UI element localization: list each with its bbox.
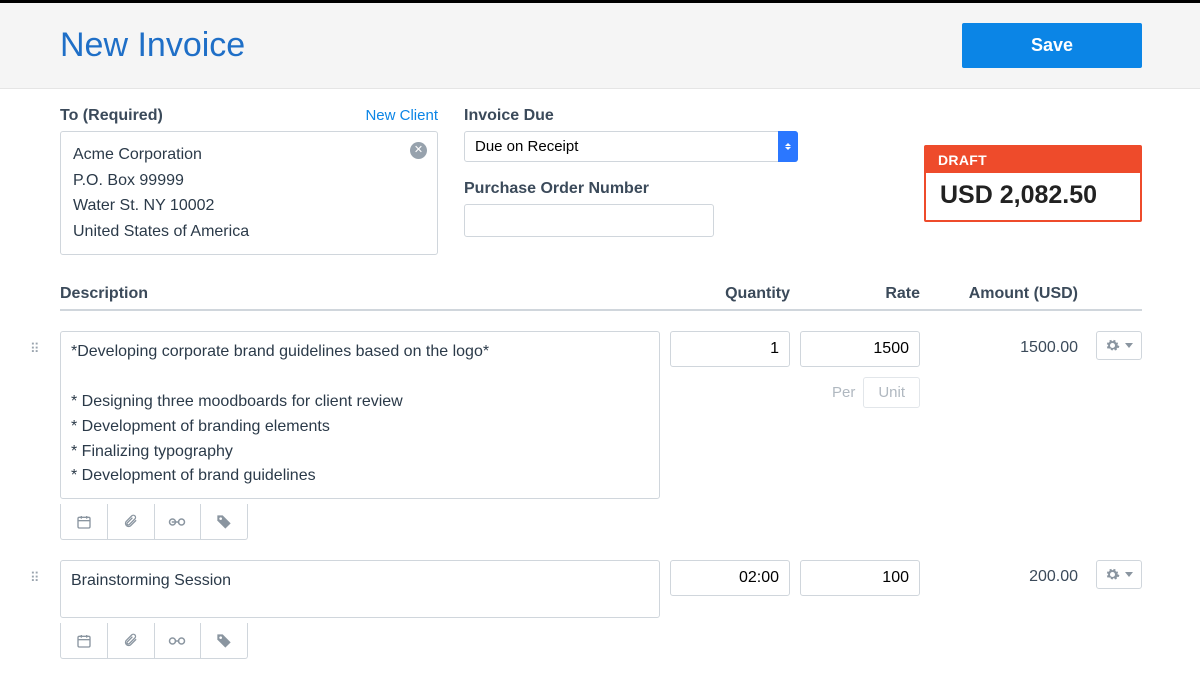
- invoice-due-select[interactable]: Due on Receipt: [464, 131, 798, 162]
- chevron-down-icon: [1125, 343, 1133, 348]
- link-icon[interactable]: [155, 623, 202, 658]
- attachment-icon[interactable]: [108, 504, 155, 539]
- gear-icon: [1105, 338, 1120, 353]
- line-item: ⠿ 200.00: [60, 540, 1142, 659]
- gear-icon: [1105, 567, 1120, 582]
- description-textarea[interactable]: [60, 331, 660, 499]
- rate-input[interactable]: [800, 560, 920, 596]
- calendar-icon[interactable]: [61, 623, 108, 658]
- line-settings-button[interactable]: [1096, 560, 1142, 589]
- invoice-due-label: Invoice Due: [464, 107, 714, 125]
- save-button[interactable]: Save: [962, 23, 1142, 68]
- link-icon[interactable]: [155, 504, 202, 539]
- chevron-down-icon: [1125, 572, 1133, 577]
- invoice-total-box: DRAFT USD 2,082.50: [924, 145, 1142, 222]
- line-item: ⠿ Per: [60, 311, 1142, 540]
- invoice-total-amount: USD 2,082.50: [926, 173, 1140, 220]
- drag-handle-icon[interactable]: ⠿: [30, 331, 50, 540]
- client-line: United States of America: [73, 219, 425, 245]
- client-line: Water St. NY 10002: [73, 193, 425, 219]
- col-quantity: Quantity: [670, 285, 800, 303]
- quantity-input[interactable]: [670, 560, 790, 596]
- unit-select[interactable]: Unit: [863, 377, 920, 408]
- line-toolbar: [60, 504, 248, 540]
- drag-handle-icon[interactable]: ⠿: [30, 560, 50, 659]
- line-amount: 1500.00: [930, 331, 1078, 540]
- clear-client-icon[interactable]: ✕: [410, 142, 427, 159]
- client-address-box[interactable]: ✕ Acme Corporation P.O. Box 99999 Water …: [60, 131, 438, 255]
- client-line: P.O. Box 99999: [73, 168, 425, 194]
- attachment-icon[interactable]: [108, 623, 155, 658]
- quantity-input[interactable]: [670, 331, 790, 367]
- per-label: Per: [832, 384, 855, 401]
- tag-icon[interactable]: [201, 504, 247, 539]
- page-title: New Invoice: [60, 26, 245, 65]
- tag-icon[interactable]: [201, 623, 247, 658]
- page-header: New Invoice Save: [0, 3, 1200, 89]
- col-rate: Rate: [800, 285, 930, 303]
- line-settings-button[interactable]: [1096, 331, 1142, 360]
- col-amount: Amount (USD): [930, 285, 1088, 303]
- status-badge: DRAFT: [926, 147, 1140, 173]
- line-toolbar: [60, 623, 248, 659]
- description-textarea[interactable]: [60, 560, 660, 618]
- po-label: Purchase Order Number: [464, 180, 714, 198]
- calendar-icon[interactable]: [61, 504, 108, 539]
- po-number-input[interactable]: [464, 204, 714, 237]
- client-line: Acme Corporation: [73, 142, 425, 168]
- col-description: Description: [60, 285, 670, 303]
- rate-input[interactable]: [800, 331, 920, 367]
- new-client-link[interactable]: New Client: [365, 107, 438, 124]
- to-label: To (Required): [60, 107, 163, 125]
- line-amount: 200.00: [930, 560, 1078, 659]
